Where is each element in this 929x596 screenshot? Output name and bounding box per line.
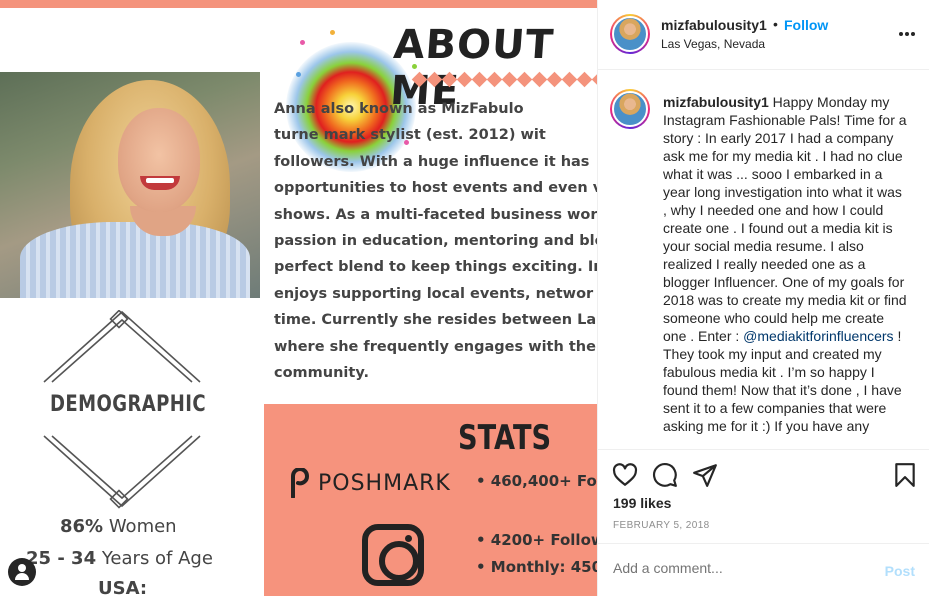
share-icon[interactable] [692,462,718,488]
tagged-users-icon[interactable] [8,558,36,586]
more-options-icon[interactable] [899,26,915,42]
stat-poshmark-followers: • 460,400+ Fol [476,472,597,490]
bio-line: where she frequently engages with the [274,338,596,355]
poshmark-logo: POSHMARK [288,468,451,498]
header-username[interactable]: mizfabulousity1 [661,17,767,33]
profile-photo [0,72,260,298]
bio-line: community. [274,364,369,381]
post-side-panel: mizfabulousity1 • Follow Las Vegas, Neva… [597,0,929,596]
bio-line: Anna also known as MizFabulo [274,101,524,117]
caption-text: mizfabulousity1 Happy Monday my Instagra… [663,93,907,435]
bio-line: turne mark stylist (est. 2012) wit [274,127,546,144]
demographic-heading: DEMOGRAPHIC [50,392,207,417]
post-header: mizfabulousity1 • Follow Las Vegas, Neva… [598,0,929,70]
avatar[interactable] [610,14,650,54]
comment-input[interactable] [613,560,863,576]
caption-avatar[interactable] [610,89,650,129]
burst-dot [300,40,305,45]
comment-row: Post [598,543,929,596]
caption-area[interactable]: mizfabulousity1 Happy Monday my Instagra… [598,71,929,449]
women-pct: 86% [60,516,104,537]
demographic-age: 25 - 34 Years of Age [26,548,213,569]
follow-button[interactable]: Follow [784,17,828,33]
post-actions: 199 likes FEBRUARY 5, 2018 Post [598,449,929,596]
top-color-strip [0,0,597,8]
caption-body: Happy Monday my Instagram Fashionable Pa… [663,94,907,344]
poshmark-label: POSHMARK [318,470,451,496]
bio-line: time. Currently she resides between La [274,312,597,329]
heart-icon[interactable] [612,462,638,488]
stats-panel: STATS POSHMARK • 460,400+ Fol • 4200+ Fo… [264,404,597,596]
bio-line: enjoys supporting local events, networ [274,285,594,302]
likes-count[interactable]: 199 likes [613,495,671,511]
post-image[interactable]: ABOUT ME Anna also known as MizFabulo tu… [0,0,597,596]
bio-line: perfect blend to keep things exciting. I… [274,259,597,276]
burst-dot [296,72,301,77]
poshmark-icon [291,468,309,498]
bio-line: opportunities to host events and even v [274,180,597,197]
burst-dot [330,30,335,35]
bio-line: followers. With a huge influence it has [274,153,590,170]
women-label: Women [103,516,177,537]
age-label: Years of Age [96,548,213,569]
age-range: 25 - 34 [26,548,97,569]
bookmark-icon[interactable] [892,462,918,488]
diamond-divider [411,71,597,88]
caption-mention-link[interactable]: @mediakitforinfluencers [743,328,893,344]
bio-line: passion in education, mentoring and blo [274,232,597,249]
post-date[interactable]: FEBRUARY 5, 2018 [613,520,710,531]
header-separator: • [773,16,778,32]
instagram-logo-icon [362,524,424,586]
stat-instagram-followers: • 4200+ Follow [476,531,597,549]
caption-username[interactable]: mizfabulousity1 [663,94,769,110]
bio-text: Anna also known as MizFabulo turne mark … [274,96,597,386]
post-comment-button[interactable]: Post [885,563,915,579]
stat-instagram-monthly: • Monthly: 450 [476,558,597,576]
demographic-country: USA: [98,578,148,596]
bio-line: shows. As a multi-faceted business wor [274,206,597,223]
stats-heading: STATS [458,418,552,458]
location-link[interactable]: Las Vegas, Nevada [661,37,765,51]
demographic-women: 86% Women [60,516,177,537]
comment-icon[interactable] [652,462,678,488]
